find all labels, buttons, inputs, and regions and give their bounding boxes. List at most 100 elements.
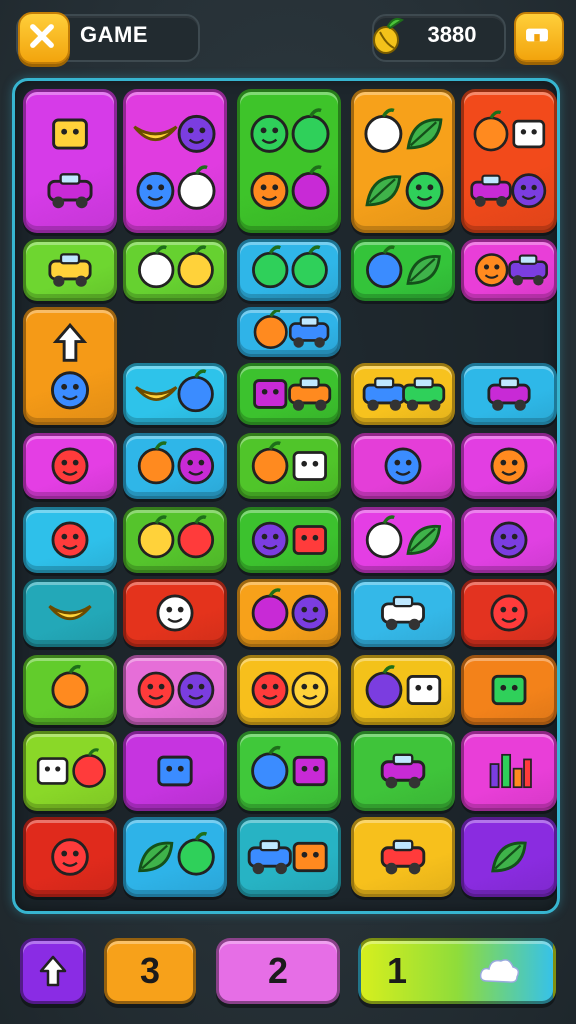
tile-spinach[interactable] (461, 817, 557, 897)
tile-spider[interactable] (351, 433, 455, 499)
leaf-icon (406, 525, 442, 555)
carrot-icon (247, 839, 292, 875)
tile-art (252, 245, 328, 289)
tile-fox[interactable] (461, 433, 557, 499)
score-value: 3880 (427, 22, 477, 47)
tile-banana-star[interactable] (123, 363, 227, 425)
tile-apple-chat[interactable] (351, 655, 455, 725)
tile-leaf-apple[interactable] (123, 817, 227, 897)
counter-1-button[interactable]: 1 (358, 938, 556, 1004)
smiley-icon (136, 171, 175, 210)
top-bar: GAME 3880 (0, 0, 576, 72)
block-icon (253, 379, 288, 409)
tile-ghost[interactable] (461, 579, 557, 647)
tile-bus[interactable] (351, 579, 455, 647)
tile-bee-box[interactable] (237, 731, 341, 811)
tile-pumpkin[interactable] (237, 239, 341, 301)
shop-button[interactable] (514, 12, 564, 62)
tile-pineapple[interactable] (351, 239, 455, 301)
tile-art (251, 671, 329, 709)
tile-pepper-sun[interactable] (123, 433, 227, 499)
tile-carrot-can[interactable] (237, 817, 341, 897)
counter-2-button[interactable]: 2 (216, 938, 340, 1004)
tile-strawberry-bunny[interactable] (123, 239, 227, 301)
close-x-icon (30, 24, 54, 48)
tile-art (384, 447, 422, 485)
tile-art (138, 245, 214, 289)
tile-art (137, 441, 215, 485)
tile-banana[interactable] (23, 579, 117, 647)
tile-block-truck[interactable] (237, 363, 341, 425)
cherry-icon (72, 748, 106, 788)
tile-art (487, 377, 531, 411)
mango-face-icon (291, 671, 329, 709)
tile-tomato-ball[interactable] (123, 507, 227, 573)
tile-tomatoes[interactable] (237, 579, 341, 647)
tile-art (366, 245, 441, 289)
tile-toy-car[interactable] (23, 239, 117, 301)
leaf-icon (365, 175, 402, 207)
tile-art (253, 310, 330, 350)
plum-icon (177, 165, 216, 210)
tile-face-car[interactable] (461, 239, 557, 301)
tile-frog[interactable] (461, 507, 557, 573)
tile-toy[interactable] (351, 817, 455, 897)
text-card-icon (47, 173, 93, 209)
tile-fruits[interactable] (351, 89, 455, 233)
tile-apple-cart[interactable] (461, 89, 557, 233)
counter-3-button[interactable]: 3 (104, 938, 196, 1004)
tile-face-box[interactable] (237, 507, 341, 573)
tomato-icon (251, 588, 289, 632)
tile-arrow-face[interactable] (23, 307, 117, 425)
tile-bag[interactable] (461, 655, 557, 725)
tile-music[interactable] (23, 731, 117, 811)
tile-art (247, 839, 328, 875)
mask-icon (177, 671, 215, 709)
tile-art (156, 594, 194, 632)
tile-c-leaf[interactable] (351, 507, 455, 573)
red-car-icon (402, 377, 446, 411)
banana-icon (48, 604, 92, 621)
up-arrow-button[interactable] (20, 938, 86, 1004)
tile-faces[interactable] (237, 655, 341, 725)
tile-lollipop[interactable] (23, 655, 117, 725)
tile-dice[interactable] (123, 731, 227, 811)
music-note-icon (36, 757, 69, 785)
tile-art (490, 521, 528, 559)
tile-art (490, 447, 528, 485)
game-title: GAME (80, 22, 148, 47)
tile-art (48, 253, 92, 287)
tile-flag-text[interactable] (23, 89, 117, 233)
tile-art (137, 515, 215, 559)
tile-purple-truck[interactable] (237, 307, 341, 357)
leaf-icon (138, 841, 174, 873)
tile-cars[interactable] (351, 363, 455, 425)
tile-art (251, 745, 328, 790)
tile-smiley[interactable] (23, 507, 117, 573)
tile-creatures[interactable] (237, 89, 341, 233)
tile-cat[interactable] (23, 433, 117, 499)
bunny-icon (177, 245, 214, 289)
tile-art (380, 753, 426, 789)
toy-car-icon (380, 839, 426, 875)
box-icon (292, 525, 327, 555)
tile-masks[interactable] (123, 655, 227, 725)
leaf-icon (406, 118, 443, 150)
cat-icon (51, 447, 89, 485)
tile-banana-face[interactable] (123, 89, 227, 233)
truck-icon (288, 316, 330, 348)
strawberry-icon (138, 245, 175, 289)
tile-art (250, 108, 330, 210)
tile-art (365, 515, 442, 559)
bottom-bar: 3 2 1 (0, 928, 576, 1024)
tile-sun[interactable] (23, 817, 117, 897)
tile-lemon-chat[interactable] (237, 433, 341, 499)
tile-chart[interactable] (461, 731, 557, 811)
tile-van[interactable] (351, 731, 455, 811)
tile-robot[interactable] (123, 579, 227, 647)
egg-icon (291, 108, 330, 153)
apple-icon (364, 108, 403, 153)
red-creature-icon (250, 114, 289, 153)
menu-button[interactable] (18, 12, 70, 64)
tile-blue-car[interactable] (461, 363, 557, 425)
